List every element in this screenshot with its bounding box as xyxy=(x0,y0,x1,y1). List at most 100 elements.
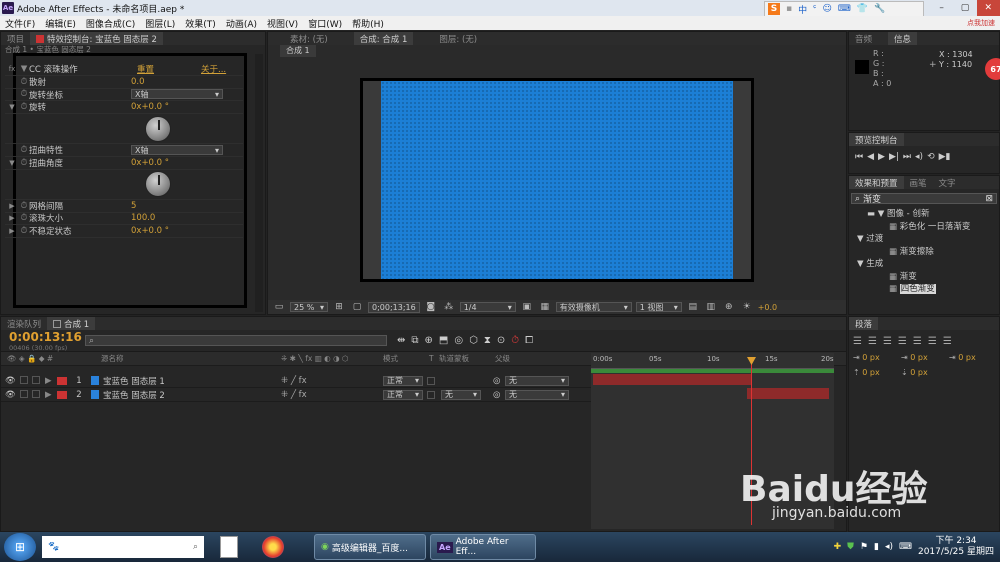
blend-mode-dropdown[interactable]: 正常 ▾ xyxy=(383,375,423,386)
tray-icon-1[interactable]: ✚ xyxy=(834,542,842,552)
justify-left-icon[interactable]: ☰ xyxy=(898,336,907,347)
tab-paragraph[interactable]: 段落 xyxy=(849,317,879,330)
prop-value[interactable]: 100.0 xyxy=(131,213,155,223)
exposure-value[interactable]: +0.0 xyxy=(758,303,777,312)
label-color[interactable] xyxy=(57,376,67,385)
indent-first-field[interactable]: ⇥ 0 px xyxy=(949,353,997,362)
tab-text[interactable]: 文字 xyxy=(933,176,962,189)
ime-emoji[interactable]: ☺ xyxy=(822,4,831,14)
align-center-icon[interactable]: ☰ xyxy=(868,336,877,347)
layer-switches[interactable]: ⁜ ╱ fx xyxy=(281,376,383,386)
fx-icon[interactable]: fx xyxy=(5,65,19,73)
expand-icon[interactable]: ▶ xyxy=(5,202,19,210)
ime-settings[interactable]: 🔧 xyxy=(874,4,885,14)
align-left-icon[interactable]: ☰ xyxy=(853,336,862,347)
play-icon[interactable]: ▶ xyxy=(878,152,885,162)
mini-flowchart-icon[interactable]: ⇹ xyxy=(397,335,405,346)
tab-comp-1[interactable]: 合成 1 xyxy=(47,317,96,330)
speedup-label[interactable]: 点我加速 xyxy=(967,18,995,28)
browser-icon[interactable] xyxy=(262,536,284,558)
reset-link[interactable]: 重置 xyxy=(137,63,201,75)
zoom-dropdown[interactable]: 25 % ▾ xyxy=(290,302,328,312)
frame-blending-icon[interactable]: ⬒ xyxy=(439,335,448,346)
work-area-bar[interactable] xyxy=(591,369,834,373)
audio-icon[interactable]: ◂) xyxy=(915,152,923,162)
toggle-pixel-icon[interactable]: ▤ xyxy=(686,301,700,313)
prop-value[interactable]: 5 xyxy=(131,201,136,211)
comp-subtab[interactable]: 合成 1 xyxy=(280,45,316,57)
effects-search[interactable]: ⌕ 渐变 ⊠ xyxy=(851,193,997,205)
transparency-grid-icon[interactable]: ▦ xyxy=(538,301,552,313)
expand-icon[interactable]: ▼ xyxy=(5,159,19,167)
indent-right-field[interactable]: ⇥ 0 px xyxy=(901,353,949,362)
flag-icon[interactable]: ⚑ xyxy=(860,542,868,552)
about-link[interactable]: 关于... xyxy=(201,63,226,75)
menu-file[interactable]: 文件(F) xyxy=(0,17,40,30)
fast-preview-icon[interactable]: ▥ xyxy=(704,301,718,313)
layer-visibility[interactable]: 👁 xyxy=(1,375,45,386)
prop-value[interactable]: 0.0 xyxy=(131,77,145,87)
tab-brushes[interactable]: 画笔 xyxy=(904,176,933,189)
stopwatch-icon[interactable]: ⏱ xyxy=(19,158,29,168)
ram-preview-icon[interactable]: ▶▮ xyxy=(939,152,951,162)
preserve-transparency[interactable] xyxy=(427,376,435,385)
tab-preview[interactable]: 预览控制台 xyxy=(849,133,904,146)
tree-item[interactable]: ▼ 生成 xyxy=(855,258,999,271)
taskbar-item-browser[interactable]: ◉ 高级编辑器_百度... xyxy=(314,534,426,560)
prev-frame-icon[interactable]: ◀ xyxy=(867,152,874,162)
tree-item-selected[interactable]: ▦ 四色渐变 xyxy=(855,283,999,296)
tree-item[interactable]: ▦ 渐变 xyxy=(855,271,999,284)
layer-row[interactable]: 👁 ▶ 1 宝蓝色 固态层 1 ⁜ ╱ fx 正常 ▾ ◎ 无 ▾ xyxy=(1,374,591,388)
brainstorm-icon[interactable]: ⬡ xyxy=(469,335,478,346)
tab-project[interactable]: 项目 xyxy=(1,32,30,45)
layer-1-duration-bar[interactable] xyxy=(593,374,751,385)
justify-center-icon[interactable]: ☰ xyxy=(913,336,922,347)
expand-icon[interactable]: ▼ xyxy=(5,103,19,111)
clear-icon[interactable]: ⊠ xyxy=(985,194,993,204)
file-icon[interactable] xyxy=(220,536,238,558)
taskbar-item-ae[interactable]: Ae Adobe After Eff... xyxy=(430,534,536,560)
menu-animation[interactable]: 动画(A) xyxy=(221,17,262,30)
draft-3d-icon[interactable]: ⧉ xyxy=(411,335,418,346)
tab-footage[interactable]: 素材: (无) xyxy=(284,32,334,45)
scrollbar[interactable] xyxy=(255,54,263,312)
layer-expand-icon[interactable]: ▶ xyxy=(45,390,57,400)
tree-item[interactable]: ▬ ▼ 图像 - 创新 xyxy=(855,208,999,221)
tab-effect-controls[interactable]: 特效控制台: 宝蓝色 固态层 2 xyxy=(30,32,163,45)
tree-item[interactable]: ▼ 过渡 xyxy=(855,233,999,246)
pickwhip-icon[interactable]: ◎ xyxy=(493,376,505,386)
prop-value[interactable]: 0x+0.0 ° xyxy=(131,102,169,112)
reset-exposure-icon[interactable]: ☀ xyxy=(740,301,754,313)
layer-switches[interactable]: ⁜ ╱ fx xyxy=(281,390,383,400)
views-dropdown[interactable]: 1 视图 ▾ xyxy=(635,302,682,312)
ime-keyboard[interactable]: ⌨ xyxy=(838,4,851,14)
mask-icon[interactable]: ▢ xyxy=(350,301,364,313)
close-icon[interactable]: ✕ xyxy=(976,0,1000,16)
track-matte-dropdown[interactable]: 无 ▾ xyxy=(441,389,481,400)
flowchart-icon[interactable]: ⊕ xyxy=(722,301,736,313)
layer-expand-icon[interactable]: ▶ xyxy=(45,376,57,386)
align-right-icon[interactable]: ☰ xyxy=(883,336,892,347)
label-color[interactable] xyxy=(57,390,67,399)
layer-2-duration-bar[interactable] xyxy=(747,388,829,399)
loop-icon[interactable]: ⟲ xyxy=(927,152,935,162)
parent-dropdown[interactable]: 无 ▾ xyxy=(505,375,569,386)
preserve-transparency[interactable] xyxy=(427,390,435,399)
hide-shy-icon[interactable]: ⊕ xyxy=(425,335,433,346)
stopwatch-icon[interactable]: ⏱ xyxy=(19,77,29,87)
ime-punct[interactable]: ᶝ xyxy=(813,4,816,14)
stopwatch-icon[interactable]: ⏱ xyxy=(19,201,29,211)
first-frame-icon[interactable]: ⏮ xyxy=(855,152,863,162)
tab-composition[interactable]: 合成: 合成 1 xyxy=(353,32,414,45)
motion-blur-icon[interactable]: ◎ xyxy=(454,335,463,346)
tab-layer[interactable]: 图层: (无) xyxy=(433,32,483,45)
prop-value[interactable]: 0x+0.0 ° xyxy=(131,226,169,236)
safe-zones-icon[interactable]: ⊞ xyxy=(332,301,346,313)
stopwatch-icon[interactable]: ⏱ xyxy=(19,89,29,99)
stopwatch-icon[interactable]: ⏱ xyxy=(19,226,29,236)
rotation-axis-dropdown[interactable]: X轴 ▾ xyxy=(131,89,223,100)
region-icon[interactable]: ▣ xyxy=(520,301,534,313)
layer-search[interactable]: ⌕ xyxy=(85,335,387,346)
space-after-field[interactable]: ⇣ 0 px xyxy=(901,368,949,377)
timer-icon[interactable]: ⏱ xyxy=(511,335,519,346)
